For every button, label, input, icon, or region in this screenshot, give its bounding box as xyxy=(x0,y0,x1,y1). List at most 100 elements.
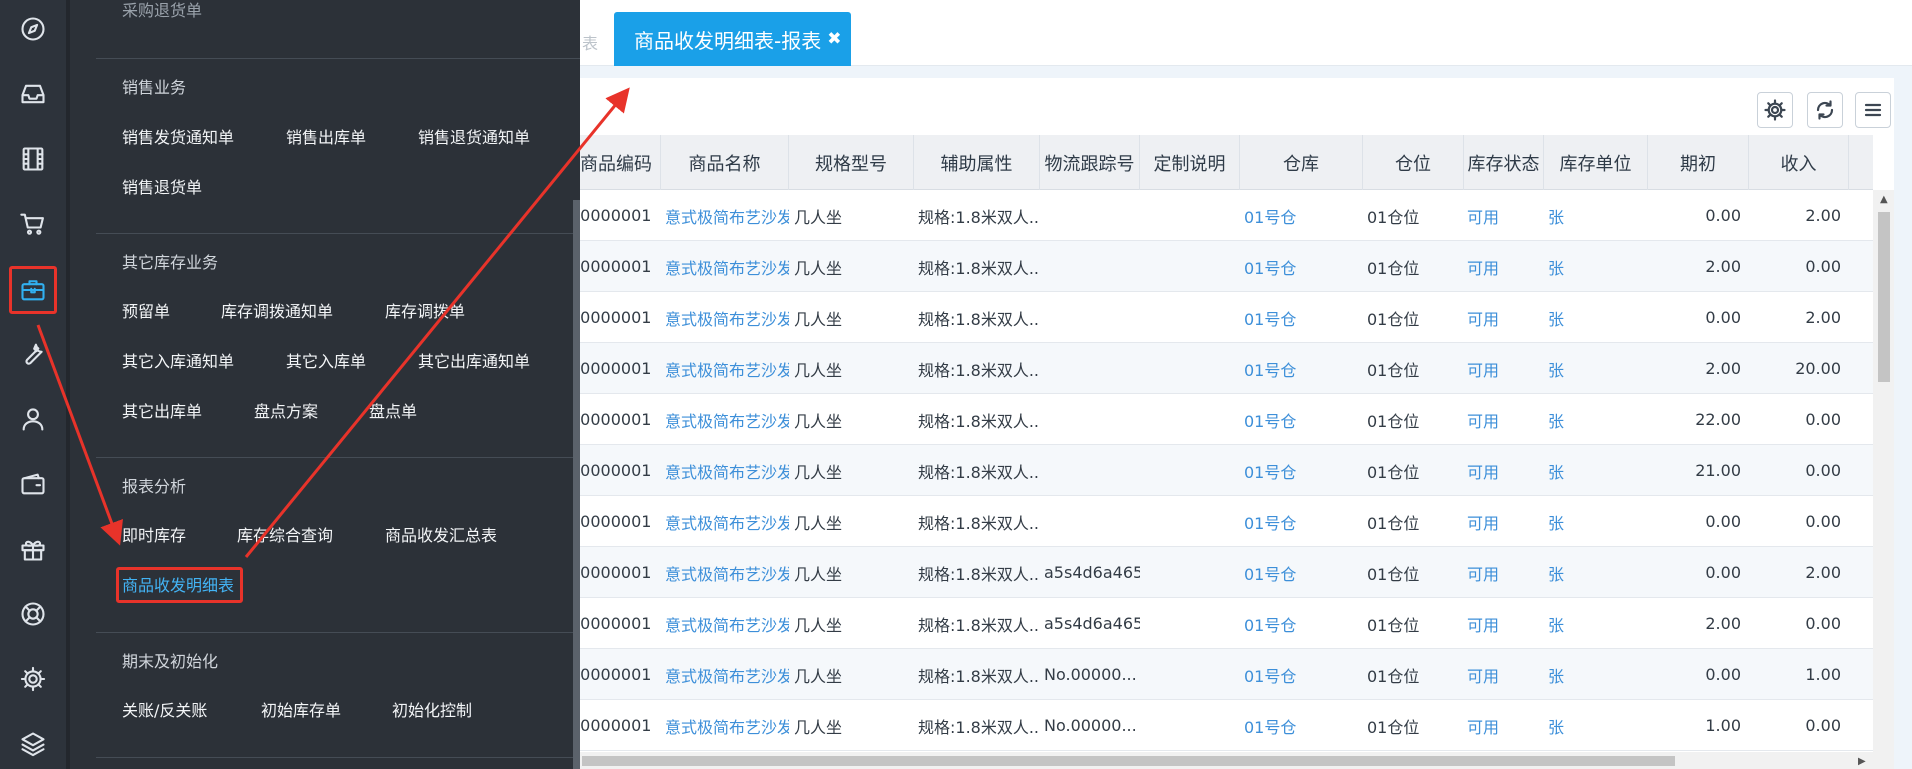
menu-item-realtime-stock[interactable]: 即时库存 xyxy=(122,522,186,546)
lifebuoy-icon[interactable] xyxy=(9,590,57,638)
cell-wh[interactable]: 01号仓 xyxy=(1240,241,1363,292)
column-header-name[interactable]: 商品名称 xyxy=(661,135,789,190)
menu-item-other-outbound-notice[interactable]: 其它出库通知单 xyxy=(418,348,530,372)
cell-wh[interactable]: 01号仓 xyxy=(1240,343,1363,394)
column-header-location[interactable]: 仓位 xyxy=(1363,135,1464,190)
cell-name[interactable]: 意式极简布艺沙发... xyxy=(661,445,789,496)
flyout-scrollbar[interactable] xyxy=(573,200,580,769)
column-header-unit[interactable]: 库存单位 xyxy=(1544,135,1648,190)
table-row[interactable]: 00000001 意式极简布艺沙发...几人坐 规格:1.8米双人...No.000… xyxy=(580,700,1873,751)
column-header-custom[interactable]: 定制说明 xyxy=(1140,135,1240,190)
film-icon[interactable] xyxy=(9,135,57,183)
menu-item-close-period[interactable]: 关账/反关账 xyxy=(122,697,207,721)
cell-status[interactable]: 可用 xyxy=(1464,445,1544,496)
menu-item-stock-query[interactable]: 库存综合查询 xyxy=(237,522,333,546)
scroll-right-icon[interactable]: ▶ xyxy=(1858,756,1866,767)
menu-item-init-control[interactable]: 初始化控制 xyxy=(392,697,472,721)
cell-unit[interactable]: 张 xyxy=(1544,700,1648,751)
cell-status[interactable]: 可用 xyxy=(1464,343,1544,394)
scroll-up-icon[interactable]: ▲ xyxy=(1880,194,1888,205)
cell-wh[interactable]: 01号仓 xyxy=(1240,649,1363,700)
cell-wh[interactable]: 01号仓 xyxy=(1240,496,1363,547)
cell-unit[interactable]: 张 xyxy=(1544,496,1648,547)
cell-unit[interactable]: 张 xyxy=(1544,241,1648,292)
cell-wh[interactable]: 01号仓 xyxy=(1240,190,1363,241)
column-header-tracking[interactable]: 物流跟踪号 xyxy=(1040,135,1140,190)
cell-status[interactable]: 可用 xyxy=(1464,394,1544,445)
column-header-warehouse[interactable]: 仓库 xyxy=(1240,135,1363,190)
inbox-icon[interactable] xyxy=(9,70,57,118)
cell-name[interactable]: 意式极简布艺沙发... xyxy=(661,343,789,394)
menu-item-initial-stock[interactable]: 初始库存单 xyxy=(261,697,341,721)
tab-partial[interactable]: 表 xyxy=(582,30,598,54)
menu-item-other-inbound[interactable]: 其它入库单 xyxy=(286,348,366,372)
cell-unit[interactable]: 张 xyxy=(1544,394,1648,445)
cell-status[interactable]: 可用 xyxy=(1464,700,1544,751)
gear-icon[interactable] xyxy=(9,655,57,703)
horizontal-scroll-thumb[interactable] xyxy=(582,756,1675,766)
cell-wh[interactable]: 01号仓 xyxy=(1240,700,1363,751)
menu-item-goods-summary[interactable]: 商品收发汇总表 xyxy=(385,522,497,546)
user-icon[interactable] xyxy=(9,395,57,443)
table-row[interactable]: 00000001 意式极简布艺沙发...几人坐 规格:1.8米双人... 01号仓01… xyxy=(580,496,1873,547)
table-row[interactable]: 00000001 意式极简布艺沙发...几人坐 规格:1.8米双人... 01号仓01… xyxy=(580,292,1873,343)
wallet-icon[interactable] xyxy=(9,460,57,508)
cell-status[interactable]: 可用 xyxy=(1464,496,1544,547)
briefcase-icon[interactable] xyxy=(9,266,57,314)
table-row[interactable]: 00000001 意式极简布艺沙发...几人坐 规格:1.8米双人...a5s4d6… xyxy=(580,598,1873,649)
menu-item-sales-return-notice[interactable]: 销售退货通知单 xyxy=(418,124,530,148)
cell-unit[interactable]: 张 xyxy=(1544,292,1648,343)
column-header-attr[interactable]: 辅助属性 xyxy=(914,135,1040,190)
menu-item-sales-delivery-notice[interactable]: 销售发货通知单 xyxy=(122,124,234,148)
column-header-in[interactable]: 收入 xyxy=(1749,135,1849,190)
cell-wh[interactable]: 01号仓 xyxy=(1240,598,1363,649)
menu-item-other-outbound[interactable]: 其它出库单 xyxy=(122,398,202,422)
vertical-scroll-thumb[interactable] xyxy=(1878,212,1890,382)
compass-icon[interactable] xyxy=(9,5,57,53)
menu-item-other-inbound-notice[interactable]: 其它入库通知单 xyxy=(122,348,234,372)
cell-name[interactable]: 意式极简布艺沙发... xyxy=(661,496,789,547)
cell-name[interactable]: 意式极简布艺沙发... xyxy=(661,190,789,241)
cell-unit[interactable]: 张 xyxy=(1544,649,1648,700)
table-row[interactable]: 00000001 意式极简布艺沙发...几人坐 规格:1.8米双人... 01号仓01… xyxy=(580,343,1873,394)
menu-item-stocktake-plan[interactable]: 盘点方案 xyxy=(254,398,318,422)
cell-name[interactable]: 意式极简布艺沙发... xyxy=(661,241,789,292)
table-row[interactable]: 00000001 意式极简布艺沙发...几人坐 规格:1.8米双人... 01号仓01… xyxy=(580,445,1873,496)
cell-status[interactable]: 可用 xyxy=(1464,649,1544,700)
table-row[interactable]: 00000001 意式极简布艺沙发...几人坐 规格:1.8米双人... 01号仓01… xyxy=(580,394,1873,445)
column-header-code[interactable]: 商品编码 xyxy=(580,135,661,190)
cell-status[interactable]: 可用 xyxy=(1464,598,1544,649)
cell-name[interactable]: 意式极简布艺沙发... xyxy=(661,292,789,343)
cell-name[interactable]: 意式极简布艺沙发... xyxy=(661,394,789,445)
menu-item-sales-return[interactable]: 销售退货单 xyxy=(122,174,202,198)
cart-icon[interactable] xyxy=(9,200,57,248)
menu-item-transfer[interactable]: 库存调拨单 xyxy=(385,298,465,322)
cell-wh[interactable]: 01号仓 xyxy=(1240,547,1363,598)
settings-button[interactable] xyxy=(1757,92,1793,128)
table-row[interactable]: 00000001 意式极简布艺沙发...几人坐 规格:1.8米双人...a5s4d6… xyxy=(580,547,1873,598)
menu-item-stocktake[interactable]: 盘点单 xyxy=(369,398,417,422)
cell-wh[interactable]: 01号仓 xyxy=(1240,394,1363,445)
layers-icon[interactable] xyxy=(9,720,57,768)
cell-unit[interactable]: 张 xyxy=(1544,190,1648,241)
menu-item-reservation[interactable]: 预留单 xyxy=(122,298,170,322)
column-header-spec[interactable]: 规格型号 xyxy=(789,135,914,190)
cell-status[interactable]: 可用 xyxy=(1464,241,1544,292)
cell-name[interactable]: 意式极简布艺沙发... xyxy=(661,598,789,649)
table-row[interactable]: 00000001 意式极简布艺沙发...几人坐 规格:1.8米双人... 01号仓01… xyxy=(580,190,1873,241)
column-header-begin[interactable]: 期初 xyxy=(1648,135,1749,190)
cell-unit[interactable]: 张 xyxy=(1544,445,1648,496)
cell-status[interactable]: 可用 xyxy=(1464,190,1544,241)
refresh-button[interactable] xyxy=(1807,92,1843,128)
menu-button[interactable] xyxy=(1855,92,1891,128)
table-row[interactable]: 00000001 意式极简布艺沙发...几人坐 规格:1.8米双人...No.000… xyxy=(580,649,1873,700)
wrench-icon[interactable] xyxy=(9,330,57,378)
cell-wh[interactable]: 01号仓 xyxy=(1240,292,1363,343)
cell-status[interactable]: 可用 xyxy=(1464,547,1544,598)
cell-unit[interactable]: 张 xyxy=(1544,547,1648,598)
cell-name[interactable]: 意式极简布艺沙发... xyxy=(661,700,789,751)
cell-unit[interactable]: 张 xyxy=(1544,343,1648,394)
menu-item-sales-outbound[interactable]: 销售出库单 xyxy=(286,124,366,148)
cell-wh[interactable]: 01号仓 xyxy=(1240,445,1363,496)
close-icon[interactable]: ✖ xyxy=(827,30,841,48)
